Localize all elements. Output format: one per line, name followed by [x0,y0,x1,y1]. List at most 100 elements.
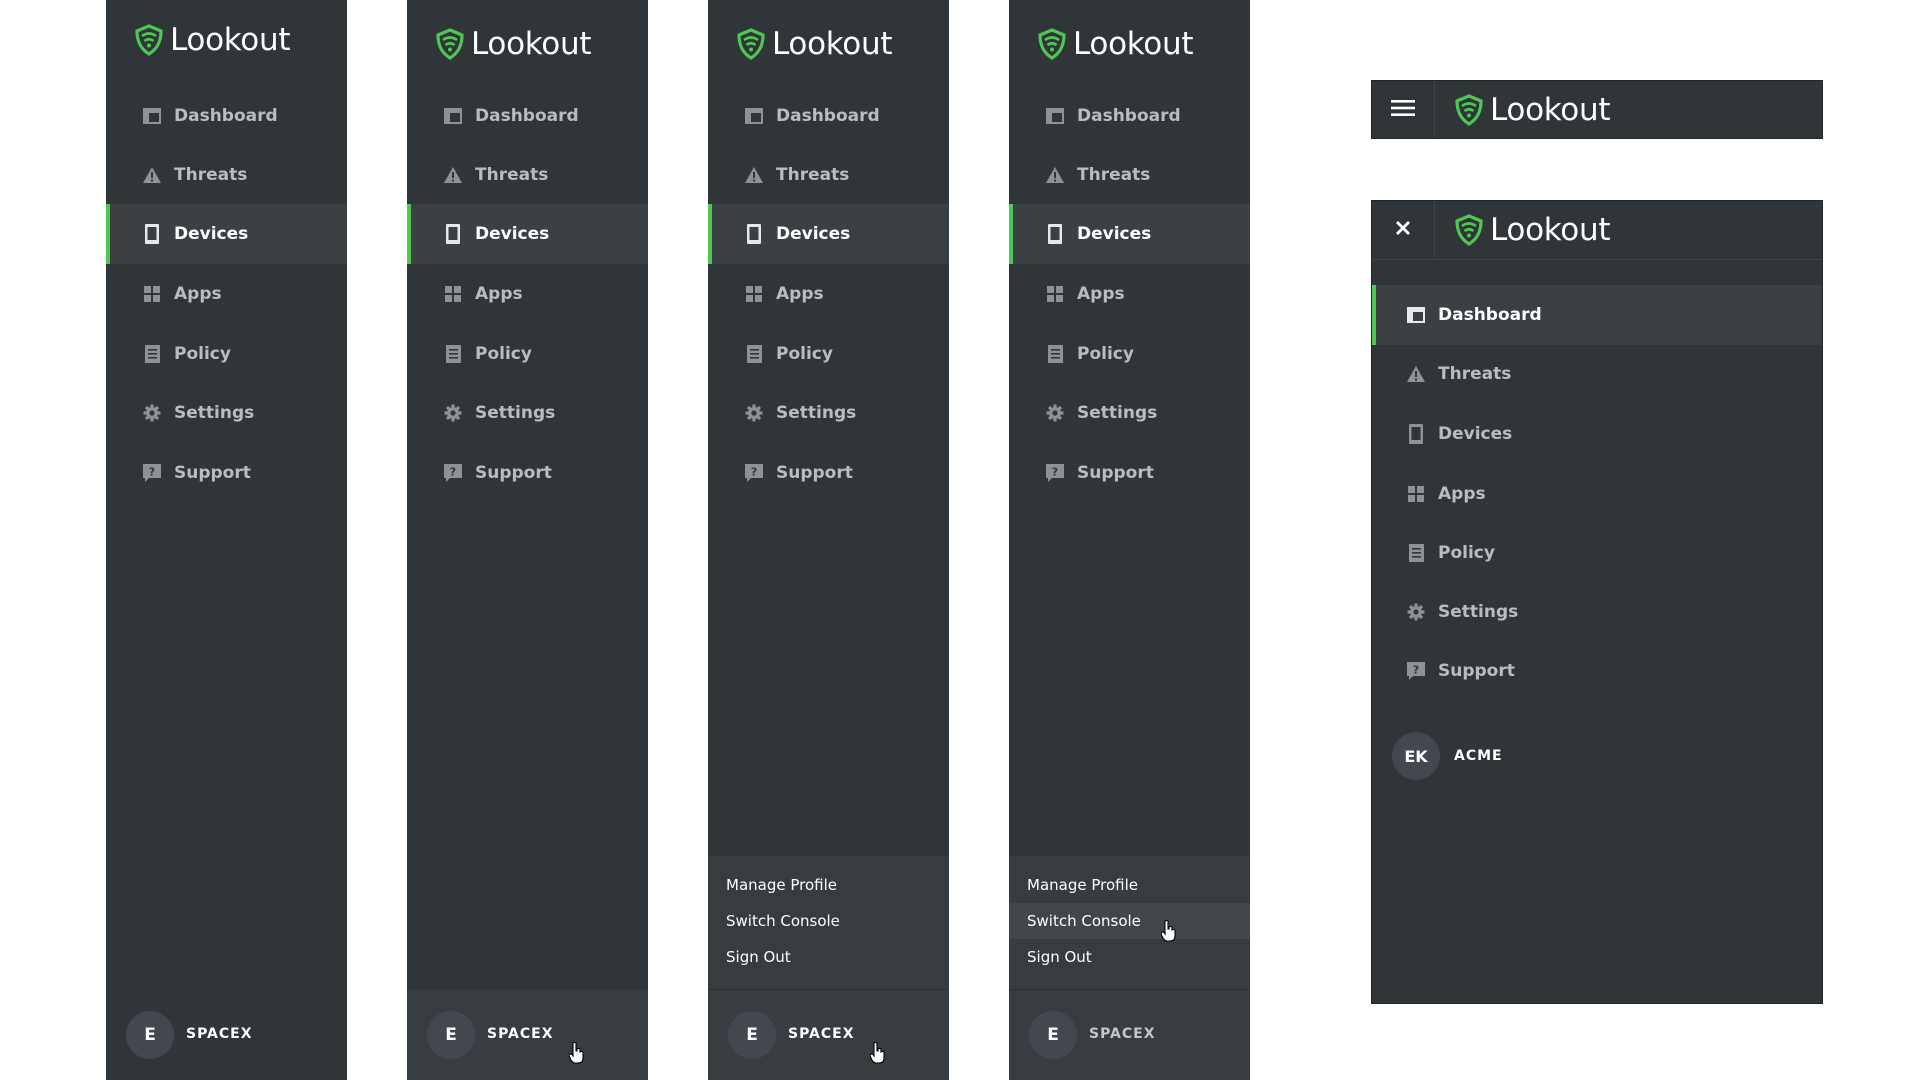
lookout-shield-icon [134,24,164,56]
nav-label: Policy [1077,344,1134,364]
nav-threats[interactable]: Threats [106,145,347,205]
nav-devices[interactable]: Devices [1009,204,1250,264]
nav-label: Devices [1077,224,1152,244]
nav-label: Support [1077,463,1154,483]
apps-grid-icon [1045,284,1065,304]
dashboard-icon [744,106,764,126]
lookout-shield-icon [1454,214,1484,246]
account-switcher[interactable]: E SPACEX [1009,990,1250,1080]
nav-label: Dashboard [1077,106,1181,126]
nav-label: Support [475,463,552,483]
nav-devices[interactable]: Devices [708,204,949,264]
nav-settings[interactable]: Settings [407,383,648,443]
brand-logo[interactable]: Lookout [1454,92,1610,128]
dashboard-icon [443,106,463,126]
nav-threats[interactable]: Threats [407,145,648,205]
nav-policy[interactable]: Policy [1372,523,1822,583]
nav-label: Policy [1438,543,1495,563]
nav-label: Devices [475,224,550,244]
mobile-menu-expanded: Lookout Dashboard Threats Devices Apps P… [1371,200,1823,1004]
hamburger-menu-icon [1391,99,1415,121]
brand-name: Lookout [471,26,592,62]
nav-label: Threats [475,165,549,185]
nav-dashboard[interactable]: Dashboard [708,86,949,146]
nav-settings[interactable]: Settings [106,383,347,443]
brand-logo[interactable]: Lookout [736,26,892,62]
nav-support[interactable]: ? Support [1372,641,1822,701]
org-name: ACME [1454,748,1503,764]
brand-name: Lookout [170,22,291,58]
nav-support[interactable]: ? Support [708,443,949,503]
nav-label: Apps [1438,484,1486,504]
avatar: E [1029,1011,1077,1059]
nav-label: Settings [1077,403,1158,423]
nav-devices[interactable]: Devices [407,204,648,264]
nav-threats[interactable]: Threats [1009,145,1250,205]
nav-settings[interactable]: Settings [708,383,949,443]
nav-policy[interactable]: Policy [106,324,347,384]
brand-name: Lookout [1490,212,1611,248]
apps-grid-icon [443,284,463,304]
nav-label: Dashboard [475,106,579,126]
org-name: SPACEX [788,1026,855,1042]
nav-dashboard[interactable]: Dashboard [106,86,347,146]
account-switcher[interactable]: E SPACEX [106,990,347,1080]
nav-label: Settings [1438,602,1519,622]
device-icon [744,224,764,244]
device-icon [1045,224,1065,244]
menu-switch-console[interactable]: Switch Console [708,903,949,939]
menu-sign-out[interactable]: Sign Out [708,939,949,975]
nav-dashboard[interactable]: Dashboard [1372,285,1822,345]
nav-dashboard[interactable]: Dashboard [1009,86,1250,146]
nav-label: Devices [776,224,851,244]
account-switcher[interactable]: E SPACEX [708,990,949,1080]
nav-apps[interactable]: Apps [106,264,347,324]
gear-icon [1045,403,1065,423]
menu-switch-console[interactable]: Switch Console [1009,903,1250,939]
dashboard-icon [1045,106,1065,126]
help-icon: ? [142,463,162,483]
sidebar-account-hover: Lookout Dashboard Threats Devices Apps P… [407,0,648,1080]
nav-devices[interactable]: Devices [106,204,347,264]
nav-policy[interactable]: Policy [1009,324,1250,384]
nav-apps[interactable]: Apps [1372,464,1822,524]
nav-label: Dashboard [776,106,880,126]
brand-name: Lookout [1490,92,1611,128]
menu-close-button[interactable] [1372,201,1435,258]
apps-grid-icon [1406,484,1426,504]
menu-sign-out[interactable]: Sign Out [1009,939,1250,975]
mobile-menu-header: Lookout [1372,201,1822,260]
mobile-header-collapsed: Lookout [1371,80,1823,139]
brand-logo[interactable]: Lookout [134,22,290,58]
brand-logo[interactable]: Lookout [435,26,591,62]
help-icon: ? [744,463,764,483]
policy-icon [1045,344,1065,364]
nav-threats[interactable]: Threats [708,145,949,205]
nav-support[interactable]: ? Support [1009,443,1250,503]
account-switcher[interactable]: E SPACEX [407,990,648,1080]
nav-apps[interactable]: Apps [407,264,648,324]
apps-grid-icon [744,284,764,304]
brand-logo[interactable]: Lookout [1037,26,1193,62]
nav-support[interactable]: ? Support [106,443,347,503]
lookout-shield-icon [736,28,766,60]
avatar: EK [1392,732,1440,780]
nav-apps[interactable]: Apps [708,264,949,324]
nav-settings[interactable]: Settings [1372,582,1822,642]
menu-toggle-button[interactable] [1372,81,1435,138]
menu-manage-profile[interactable]: Manage Profile [1009,867,1250,903]
brand-logo[interactable]: Lookout [1454,212,1610,248]
nav-apps[interactable]: Apps [1009,264,1250,324]
nav-threats[interactable]: Threats [1372,344,1822,404]
nav-dashboard[interactable]: Dashboard [407,86,648,146]
gear-icon [744,403,764,423]
nav-policy[interactable]: Policy [407,324,648,384]
nav-support[interactable]: ? Support [407,443,648,503]
nav-label: Policy [475,344,532,364]
help-icon: ? [1045,463,1065,483]
account-switcher[interactable]: EK ACME [1372,721,1822,791]
menu-manage-profile[interactable]: Manage Profile [708,867,949,903]
nav-policy[interactable]: Policy [708,324,949,384]
nav-settings[interactable]: Settings [1009,383,1250,443]
nav-devices[interactable]: Devices [1372,404,1822,464]
